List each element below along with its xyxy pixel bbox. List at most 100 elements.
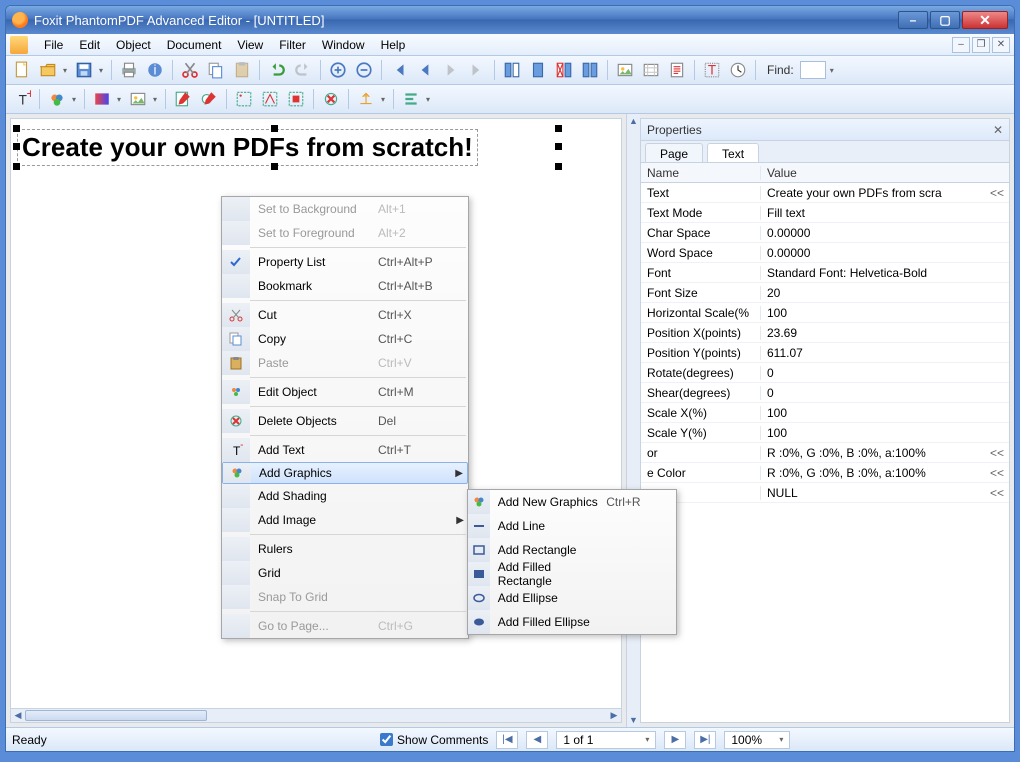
- menu-item-cut[interactable]: CutCtrl+X: [222, 303, 468, 327]
- prop-expand-button[interactable]: <<: [985, 486, 1009, 500]
- text-tool-button[interactable]: T: [700, 58, 724, 82]
- prop-row[interactable]: Position X(points)23.69: [641, 323, 1009, 343]
- resize-handle[interactable]: [13, 143, 20, 150]
- prop-row[interactable]: Shear(degrees)0: [641, 383, 1009, 403]
- prop-row[interactable]: Position Y(points)611.07: [641, 343, 1009, 363]
- prop-value[interactable]: R :0%, G :0%, B :0%, a:100%: [761, 466, 985, 480]
- app-menu-icon[interactable]: [10, 36, 28, 54]
- info-button[interactable]: i: [143, 58, 167, 82]
- menu-item-add-text[interactable]: T+Add TextCtrl+T: [222, 438, 468, 462]
- edit-object-button[interactable]: [197, 87, 221, 111]
- prop-expand-button[interactable]: <<: [985, 446, 1009, 460]
- menu-item-add-line[interactable]: Add Line: [468, 514, 676, 538]
- print-button[interactable]: [117, 58, 141, 82]
- hscroll-track[interactable]: [25, 709, 607, 722]
- nav-first[interactable]: |◀: [496, 731, 518, 749]
- save-button[interactable]: [72, 58, 96, 82]
- prop-value[interactable]: Standard Font: Helvetica-Bold: [761, 266, 1009, 280]
- props-tab-page[interactable]: Page: [645, 143, 703, 162]
- prop-row[interactable]: Text ModeFill text: [641, 203, 1009, 223]
- add-image-button[interactable]: [126, 87, 150, 111]
- vscroll-up[interactable]: ▲: [627, 114, 640, 128]
- prop-value[interactable]: R :0%, G :0%, B :0%, a:100%: [761, 446, 985, 460]
- prop-row[interactable]: Scale X(%)100: [641, 403, 1009, 423]
- menu-help[interactable]: Help: [373, 36, 414, 54]
- menu-filter[interactable]: Filter: [271, 36, 314, 54]
- find-input[interactable]: [800, 61, 826, 79]
- menu-item-delete-objects[interactable]: Delete ObjectsDel: [222, 409, 468, 433]
- resize-handle[interactable]: [555, 163, 562, 170]
- page-indicator[interactable]: 1 of 1▾: [556, 731, 656, 749]
- prop-row[interactable]: TextCreate your own PDFs from scra<<: [641, 183, 1009, 203]
- image-tool-button[interactable]: [613, 58, 637, 82]
- cut-button[interactable]: [178, 58, 202, 82]
- menu-item-edit-object[interactable]: Edit ObjectCtrl+M: [222, 380, 468, 404]
- mdi-close[interactable]: ✕: [992, 37, 1010, 53]
- clock-tool-button[interactable]: [726, 58, 750, 82]
- selected-text-object[interactable]: Create your own PDFs from scratch!: [17, 129, 478, 166]
- zoom-out-button[interactable]: [352, 58, 376, 82]
- prop-row[interactable]: Scale Y(%)100: [641, 423, 1009, 443]
- layout-3-button[interactable]: [552, 58, 576, 82]
- prop-expand-button[interactable]: <<: [985, 466, 1009, 480]
- menu-item-rulers[interactable]: Rulers: [222, 537, 468, 561]
- hscroll-thumb[interactable]: [25, 710, 207, 721]
- hscroll-right[interactable]: ▶: [607, 709, 621, 722]
- prop-value[interactable]: 100: [761, 306, 1009, 320]
- add-graphics-button[interactable]: [45, 87, 69, 111]
- menu-item-add-filled-rectangle[interactable]: Add Filled Rectangle: [468, 562, 676, 586]
- prop-row[interactable]: e ColorR :0%, G :0%, B :0%, a:100%<<: [641, 463, 1009, 483]
- layout-1-button[interactable]: [500, 58, 524, 82]
- last-page-button[interactable]: [465, 58, 489, 82]
- prop-row[interactable]: Rotate(degrees)0: [641, 363, 1009, 383]
- prop-value[interactable]: 100: [761, 406, 1009, 420]
- prop-row[interactable]: Word Space0.00000: [641, 243, 1009, 263]
- menu-document[interactable]: Document: [159, 36, 230, 54]
- resize-handle[interactable]: [555, 143, 562, 150]
- nav-next[interactable]: ▶: [664, 731, 686, 749]
- menu-item-add-shading[interactable]: Add Shading: [222, 484, 468, 508]
- resize-handle[interactable]: [13, 163, 20, 170]
- nav-prev[interactable]: ◀: [526, 731, 548, 749]
- prop-value[interactable]: 611.07: [761, 346, 1009, 360]
- minimize-button[interactable]: –: [898, 11, 928, 29]
- props-tab-text[interactable]: Text: [707, 143, 759, 162]
- open-dropdown[interactable]: ▾: [60, 66, 70, 75]
- show-comments-checkbox[interactable]: Show Comments: [380, 733, 488, 747]
- open-button[interactable]: [36, 58, 60, 82]
- add-text-button[interactable]: T+: [10, 87, 34, 111]
- maximize-button[interactable]: ▢: [930, 11, 960, 29]
- first-page-button[interactable]: [387, 58, 411, 82]
- copy-button[interactable]: [204, 58, 228, 82]
- hscroll-left[interactable]: ◀: [11, 709, 25, 722]
- menu-item-add-graphics[interactable]: Add Graphics▶: [222, 462, 468, 484]
- prop-value[interactable]: 0.00000: [761, 226, 1009, 240]
- layout-2-button[interactable]: [526, 58, 550, 82]
- arrange-dropdown[interactable]: ▾: [378, 95, 388, 104]
- menu-view[interactable]: View: [229, 36, 271, 54]
- align-button[interactable]: [399, 87, 423, 111]
- redo-button[interactable]: [291, 58, 315, 82]
- delete-obj-button[interactable]: [319, 87, 343, 111]
- shading-dropdown[interactable]: ▾: [114, 95, 124, 104]
- menu-file[interactable]: File: [36, 36, 71, 54]
- close-button[interactable]: ✕: [962, 11, 1008, 29]
- prop-value[interactable]: 100: [761, 426, 1009, 440]
- new-button[interactable]: [10, 58, 34, 82]
- menu-item-grid[interactable]: Grid: [222, 561, 468, 585]
- prop-row[interactable]: Char Space0.00000: [641, 223, 1009, 243]
- menu-item-add-image[interactable]: Add Image▶: [222, 508, 468, 532]
- prop-value[interactable]: Fill text: [761, 206, 1009, 220]
- next-page-button[interactable]: [439, 58, 463, 82]
- zoom-indicator[interactable]: 100%▾: [724, 731, 790, 749]
- properties-close[interactable]: ✕: [993, 123, 1003, 137]
- prop-row[interactable]: Horizontal Scale(%100: [641, 303, 1009, 323]
- undo-button[interactable]: [265, 58, 289, 82]
- menu-object[interactable]: Object: [108, 36, 159, 54]
- select-tool-2[interactable]: [258, 87, 282, 111]
- prev-page-button[interactable]: [413, 58, 437, 82]
- edit-text-button[interactable]: [171, 87, 195, 111]
- prop-row[interactable]: orR :0%, G :0%, B :0%, a:100%<<: [641, 443, 1009, 463]
- menu-item-copy[interactable]: CopyCtrl+C: [222, 327, 468, 351]
- save-dropdown[interactable]: ▾: [96, 66, 106, 75]
